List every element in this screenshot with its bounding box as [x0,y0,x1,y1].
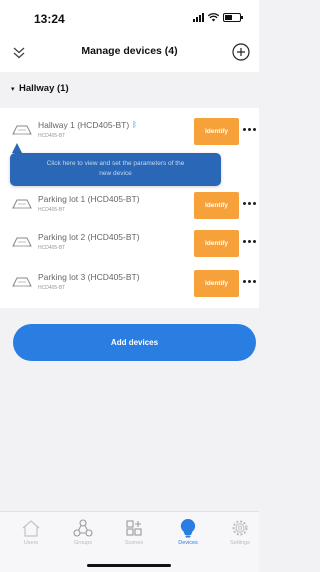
device-row[interactable]: Parking lot 2 (HCD405-BT) HCD405-BT Iden… [0,226,259,262]
bluetooth-icon: ᛒ [132,120,137,129]
device-name: Parking lot 3 (HCD405-BT) [38,272,140,282]
tab-scenes[interactable]: Scenes [112,518,156,558]
more-icon[interactable] [243,240,257,246]
groups-icon [73,519,93,537]
more-icon[interactable] [243,280,257,286]
bulb-icon [180,518,196,538]
group-header[interactable]: ▾ Hallway (1) [0,76,259,102]
identify-button[interactable]: Identify [194,192,239,219]
add-devices-button[interactable]: Add devices [13,324,256,361]
onboarding-tooltip[interactable]: Click here to view and set the parameter… [10,153,221,186]
page-title: Manage devices (4) [81,45,178,57]
status-time: 13:24 [34,12,65,26]
device-model: HCD405-BT [38,285,66,291]
device-name: Hallway 1 (HCD405-BT) ᛒ [38,120,137,130]
device-icon [12,237,32,247]
group-caret-icon: ▾ [11,86,15,93]
device-row[interactable]: Parking lot 1 (HCD405-BT) HCD405-BT Iden… [0,188,259,224]
tab-settings[interactable]: Settings [218,518,262,558]
device-model: HCD405-BT [38,245,66,251]
tab-groups[interactable]: Groups [61,518,105,558]
wifi-icon [208,13,219,22]
tooltip-arrow [12,143,22,153]
tab-users[interactable]: Users [9,518,53,558]
signal-icon [193,13,204,22]
tab-label: Users [23,540,39,546]
scenes-icon [126,520,142,536]
device-model: HCD405-BT [38,133,66,139]
tab-bar: Users Groups Scenes Devices Settings [0,511,259,572]
more-icon[interactable] [243,202,257,208]
status-icons [193,13,243,22]
tooltip-line-2: new device [99,170,132,177]
plus-circle-icon[interactable] [231,42,251,62]
device-row[interactable]: Hallway 1 (HCD405-BT) ᛒ HCD405-BT Identif… [0,114,259,150]
tab-devices[interactable]: Devices [166,518,210,558]
home-icon [22,520,40,537]
home-indicator [87,564,171,567]
battery-icon [223,13,243,22]
identify-button[interactable]: Identify [194,270,239,297]
tab-label: Settings [230,540,250,546]
tab-label: Groups [73,540,93,546]
device-icon [12,277,32,287]
tab-label: Scenes [124,540,144,546]
device-model: HCD405-BT [38,207,66,213]
identify-button[interactable]: Identify [194,230,239,257]
device-name: Parking lot 2 (HCD405-BT) [38,232,140,242]
more-icon[interactable] [243,128,257,134]
group-title: Hallway (1) [19,83,69,94]
device-row[interactable]: Parking lot 3 (HCD405-BT) HCD405-BT Iden… [0,266,259,302]
status-bar: 13:24 [0,0,259,36]
device-icon [12,199,32,209]
tooltip-line-1: Click here to view and set the parameter… [46,160,185,167]
device-icon [12,125,32,135]
identify-button[interactable]: Identify [194,118,239,145]
tab-label: Devices [178,540,198,546]
nav-bar: Manage devices (4) [0,36,259,72]
device-name: Parking lot 1 (HCD405-BT) [38,194,140,204]
device-list: Hallway 1 (HCD405-BT) ᛒ HCD405-BT Identif… [0,108,259,308]
gear-icon [232,520,248,536]
